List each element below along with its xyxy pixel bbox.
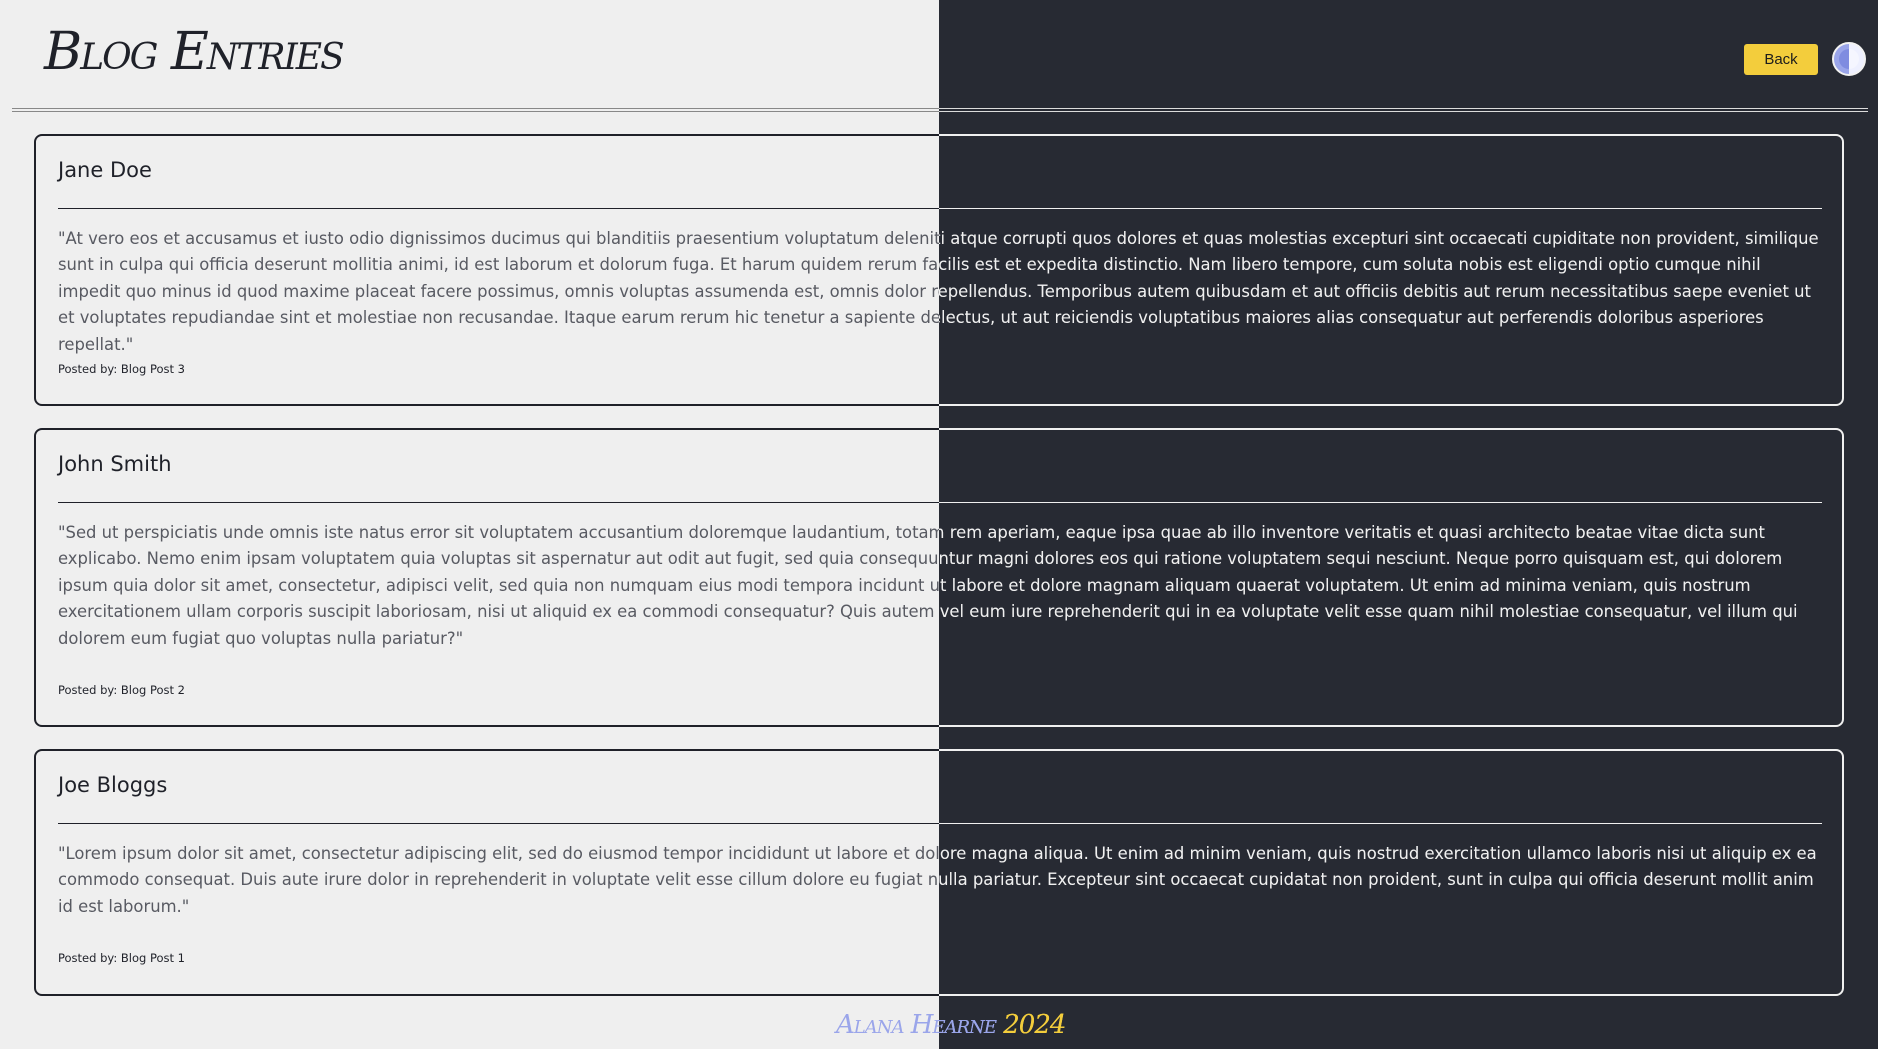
post-body-dark: "At vero eos et accusamus et iusto odio …	[939, 229, 1819, 328]
post-author: John Smith	[58, 452, 172, 476]
card-divider-dark	[939, 208, 1822, 209]
post-meta: Posted by: Blog Post 1	[58, 951, 185, 965]
card-divider-dark	[939, 502, 1822, 503]
post-body-dark: "Lorem ipsum dolor sit amet, consectetur…	[939, 844, 1817, 890]
blog-card-dark: Jane Doe "At vero eos et accusamus et iu…	[939, 134, 1844, 406]
footer-signature-dark: Alana Hearne 2024	[939, 1010, 1066, 1040]
post-body-dark: "Sed ut perspiciatis unde omnis iste nat…	[939, 523, 1798, 622]
post-meta: Posted by: Blog Post 2	[58, 683, 185, 697]
header-divider-dark	[939, 108, 1868, 112]
footer-name-dark: Alana Hearne	[939, 1010, 997, 1040]
card-divider-dark	[939, 823, 1822, 824]
blog-card-dark: Joe Bloggs "Lorem ipsum dolor sit amet, …	[939, 749, 1844, 996]
post-author: Joe Bloggs	[58, 773, 168, 797]
blog-card-dark: John Smith "Sed ut perspiciatis unde omn…	[939, 428, 1844, 727]
post-meta: Posted by: Blog Post 3	[58, 362, 185, 376]
post-author: Jane Doe	[58, 158, 152, 182]
page-title: Blog Entries	[44, 22, 345, 82]
footer-year-dark: 2024	[1003, 1010, 1066, 1040]
dark-half-overlay: Blog Entries Jane Doe "At vero eos et ac…	[939, 0, 1878, 1049]
